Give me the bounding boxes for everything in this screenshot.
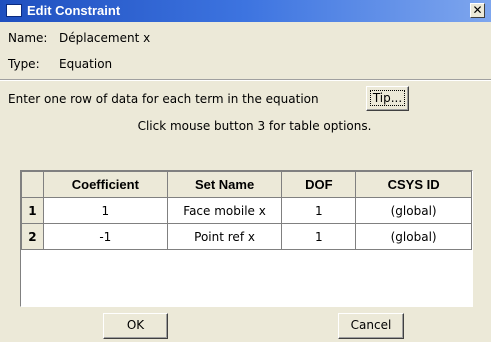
- column-header-dof[interactable]: DOF: [281, 171, 357, 198]
- row-number[interactable]: 1: [21, 197, 44, 224]
- equation-table: Coefficient Set Name DOF CSYS ID 1 1 Fac…: [20, 170, 473, 307]
- table-row: 2 -1 Point ref x 1 (global): [21, 223, 472, 250]
- name-value: Déplacement x: [59, 31, 151, 45]
- cancel-button[interactable]: Cancel: [338, 313, 404, 339]
- table-hint: Click mouse button 3 for table options.: [137, 119, 372, 133]
- tip-button-label: Tip...: [369, 90, 406, 106]
- csys-id-cell[interactable]: (global): [355, 197, 472, 224]
- separator: [0, 79, 491, 81]
- column-header-csys-id[interactable]: CSYS ID: [355, 171, 472, 198]
- tip-button[interactable]: Tip...: [366, 86, 409, 111]
- coefficient-cell[interactable]: -1: [42, 223, 168, 250]
- name-label: Name:: [8, 31, 48, 45]
- corner-cell[interactable]: [21, 171, 44, 198]
- window-title: Edit Constraint: [27, 3, 121, 18]
- close-icon: ✕: [472, 3, 483, 17]
- type-value: Equation: [59, 57, 113, 71]
- set-name-cell[interactable]: Point ref x: [166, 223, 283, 250]
- type-label: Type:: [8, 57, 40, 71]
- table-row: 1 1 Face mobile x 1 (global): [21, 197, 472, 224]
- dof-cell[interactable]: 1: [281, 223, 357, 250]
- ok-button[interactable]: OK: [103, 313, 168, 339]
- column-header-set-name[interactable]: Set Name: [166, 171, 283, 198]
- window-icon: [6, 4, 22, 17]
- table-header-row: Coefficient Set Name DOF CSYS ID: [21, 171, 472, 198]
- title-bar: Edit Constraint ✕: [0, 0, 491, 22]
- csys-id-cell[interactable]: (global): [355, 223, 472, 250]
- instruction-text: Enter one row of data for each term in t…: [8, 92, 319, 106]
- close-button[interactable]: ✕: [470, 3, 485, 18]
- coefficient-cell[interactable]: 1: [42, 197, 168, 224]
- dof-cell[interactable]: 1: [281, 197, 357, 224]
- row-number[interactable]: 2: [21, 223, 44, 250]
- set-name-cell[interactable]: Face mobile x: [166, 197, 283, 224]
- column-header-coefficient[interactable]: Coefficient: [42, 171, 168, 198]
